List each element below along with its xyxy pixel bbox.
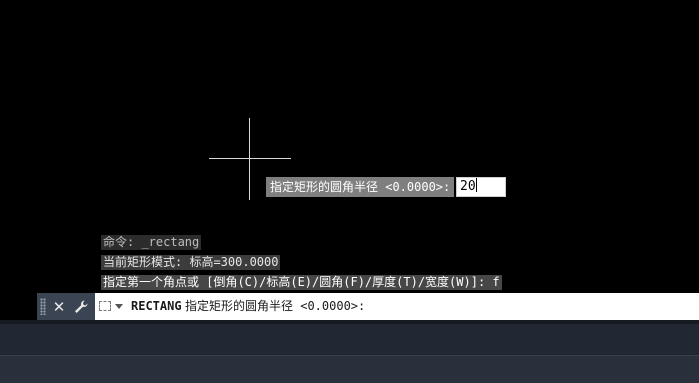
- drawing-canvas[interactable]: 指定矩形的圆角半径 <0.0000>: 20 命令: _rectang 当前矩形…: [0, 0, 699, 295]
- crosshair-vertical: [249, 118, 250, 200]
- dynamic-input-prompt: 指定矩形的圆角半径 <0.0000>:: [266, 177, 455, 197]
- command-line-toolbar: ✕: [37, 293, 95, 320]
- close-icon[interactable]: ✕: [49, 297, 69, 317]
- recent-commands-button[interactable]: [99, 299, 125, 315]
- drag-grip-handle[interactable]: [40, 298, 46, 315]
- recent-commands-icon: [99, 301, 111, 311]
- wrench-icon[interactable]: [71, 297, 91, 317]
- history-line: 指定第一个角点或 [倒角(C)/标高(E)/圆角(F)/厚度(T)/宽度(W)]…: [101, 275, 502, 290]
- dynamic-input-value: 20: [460, 179, 476, 194]
- status-bar: [0, 355, 699, 383]
- command-prompt-text: 指定矩形的圆角半径 <0.0000>:: [185, 299, 366, 313]
- text-caret: [475, 178, 477, 192]
- active-command-name: RECTANG: [131, 299, 182, 313]
- layout-tabs-strip: [0, 324, 699, 354]
- history-line: 命令: _rectang: [101, 235, 202, 250]
- bottom-panel: [0, 320, 699, 383]
- chevron-down-icon: [115, 304, 123, 309]
- crosshair-horizontal: [209, 158, 291, 159]
- dynamic-input-field[interactable]: 20: [456, 177, 506, 197]
- app-window: 指定矩形的圆角半径 <0.0000>: 20 命令: _rectang 当前矩形…: [0, 0, 699, 383]
- command-input[interactable]: RECTANG 指定矩形的圆角半径 <0.0000>:: [95, 293, 699, 320]
- history-line: 当前矩形模式: 标高=300.0000: [101, 255, 281, 270]
- command-line-bar: ✕ RECTANG 指定矩形的圆角半径 <0.0000>:: [37, 293, 699, 320]
